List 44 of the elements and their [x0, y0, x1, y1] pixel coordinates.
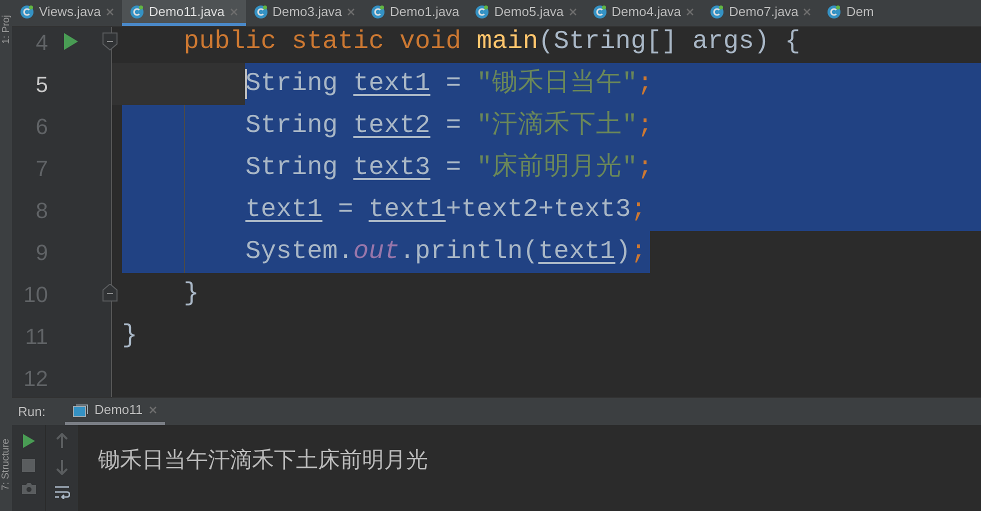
file-tab[interactable]: Demo3.java	[246, 0, 363, 26]
close-icon[interactable]	[148, 406, 157, 414]
fold-icon[interactable]	[102, 32, 118, 51]
file-tab[interactable]: Demo11.java	[122, 0, 246, 26]
close-icon[interactable]	[686, 8, 694, 16]
close-icon[interactable]	[346, 8, 355, 16]
close-icon[interactable]	[803, 8, 812, 16]
run-label: Run:	[17, 402, 46, 421]
console-output: 锄禾日当午汗滴禾下土床前明月光	[98, 446, 429, 474]
console-icon	[73, 404, 88, 416]
run-gutter-icon[interactable]	[64, 33, 78, 50]
file-tab[interactable]: Demo4.java	[584, 0, 702, 26]
class-file-icon	[20, 4, 34, 18]
line-number: 5	[34, 70, 48, 98]
class-file-icon	[370, 4, 385, 18]
down-arrow-icon[interactable]	[56, 459, 68, 475]
code-line: String text3 = "床前明月光";	[244, 152, 653, 184]
tool-window-label[interactable]: 1: Proj	[0, 15, 14, 44]
camera-icon[interactable]	[20, 482, 36, 495]
code-line: }	[122, 320, 138, 352]
close-icon[interactable]	[230, 8, 238, 16]
run-icon[interactable]	[22, 433, 36, 449]
code-line: public static void main(String[] args) {	[182, 27, 800, 58]
code-line: }	[182, 278, 200, 310]
tool-window-label[interactable]: 7: Structure	[0, 438, 14, 490]
close-icon[interactable]	[568, 8, 577, 16]
code-line: text1 = text1+text2+text3;	[244, 194, 646, 226]
file-tab[interactable]: Dem	[819, 0, 882, 26]
file-tab[interactable]: Demo1.java	[362, 0, 468, 26]
class-file-icon	[475, 4, 490, 18]
file-tab[interactable]: Views.java	[12, 0, 122, 26]
class-file-icon	[710, 4, 724, 18]
code-line: String text2 = "汗滴禾下土";	[244, 110, 653, 142]
class-file-icon	[592, 4, 607, 18]
fold-icon[interactable]	[102, 284, 118, 303]
soft-wrap-icon[interactable]	[54, 485, 70, 499]
file-tab[interactable]: Demo5.java	[467, 0, 585, 26]
file-tab[interactable]: Demo7.java	[702, 0, 820, 26]
close-icon[interactable]	[106, 8, 114, 16]
up-arrow-icon[interactable]	[56, 433, 68, 449]
class-file-icon	[254, 4, 268, 18]
class-file-icon	[130, 4, 144, 18]
class-file-icon	[827, 4, 842, 18]
code-line: System.out.println(text1);	[244, 236, 646, 268]
